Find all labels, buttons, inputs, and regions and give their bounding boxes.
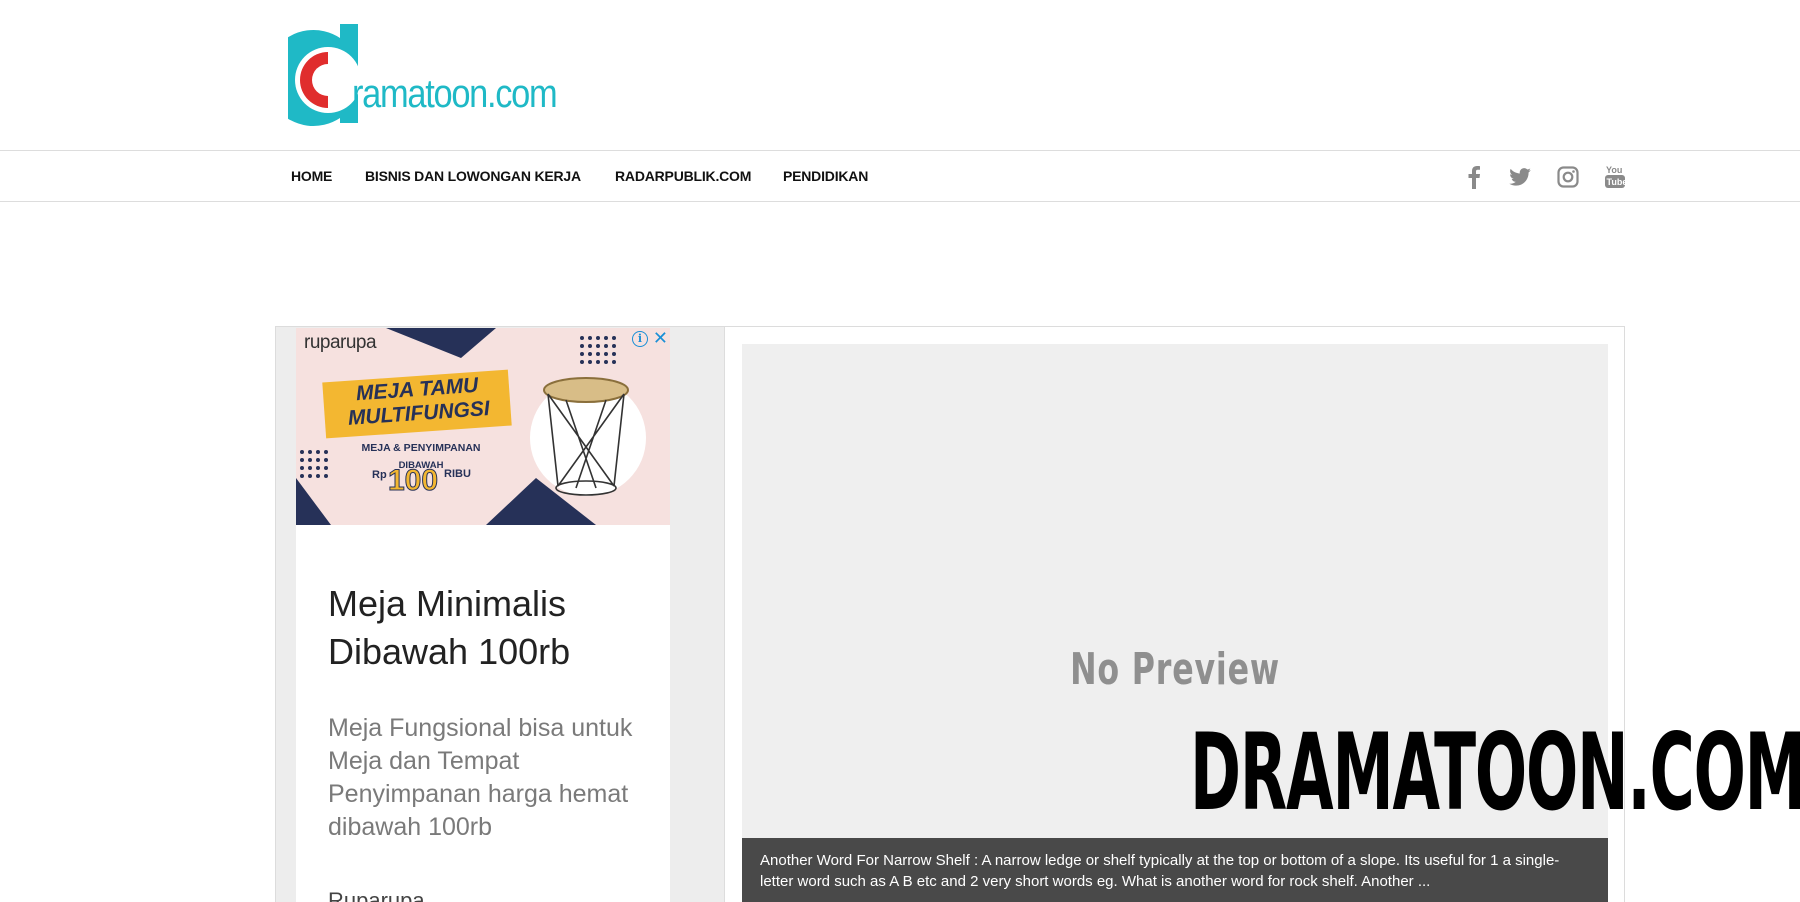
facebook-icon[interactable] xyxy=(1462,165,1486,189)
svg-text:Tube: Tube xyxy=(1607,177,1627,187)
nav-item-radarpublik[interactable]: RADARPUBLIK.COM xyxy=(615,168,751,184)
watermark: DRAMATOON.COM xyxy=(1190,711,1800,834)
no-preview-placeholder: No Preview xyxy=(1070,644,1280,695)
nav-item-bisnis[interactable]: BISNIS DAN LOWONGAN KERJA xyxy=(365,168,581,184)
twitter-icon[interactable] xyxy=(1508,165,1532,189)
ad-advertiser[interactable]: Ruparupa xyxy=(328,888,425,902)
ad-banner-image[interactable]: ruparupa i ✕ MEJA TAMU MULTIFUNGSI MEJA … xyxy=(296,328,670,525)
ad-subline: MEJA & PENYIMPANAN xyxy=(361,442,481,454)
ad-price-prefix: Rp xyxy=(372,469,387,481)
ad-price: 100 xyxy=(387,464,439,498)
ad-brand-logo: ruparupa xyxy=(304,332,377,353)
svg-text:You: You xyxy=(1606,165,1622,175)
nav-item-pendidikan[interactable]: PENDIDIKAN xyxy=(783,168,868,184)
ad-description: Meja Fungsional bisa untuk Meja dan Temp… xyxy=(328,714,633,841)
youtube-icon[interactable]: You Tube xyxy=(1603,165,1627,189)
advertisement[interactable]: ruparupa i ✕ MEJA TAMU MULTIFUNGSI MEJA … xyxy=(296,328,670,902)
ad-price-suffix: RIBU xyxy=(444,468,471,480)
ad-info-icon[interactable]: i xyxy=(632,331,648,347)
ad-close-icon[interactable]: ✕ xyxy=(653,328,668,349)
instagram-icon[interactable] xyxy=(1556,165,1580,189)
nav-item-home[interactable]: HOME xyxy=(291,168,332,184)
main-navigation: HOME BISNIS DAN LOWONGAN KERJA RADARPUBL… xyxy=(0,150,1800,202)
ad-title[interactable]: Meja Minimalis Dibawah 100rb xyxy=(328,580,648,676)
logo-text: ramatoon.com xyxy=(352,72,558,116)
post-caption[interactable]: Another Word For Narrow Shelf : A narrow… xyxy=(742,838,1608,902)
page: ramatoon.com HOME BISNIS DAN LOWONGAN KE… xyxy=(0,0,1800,902)
